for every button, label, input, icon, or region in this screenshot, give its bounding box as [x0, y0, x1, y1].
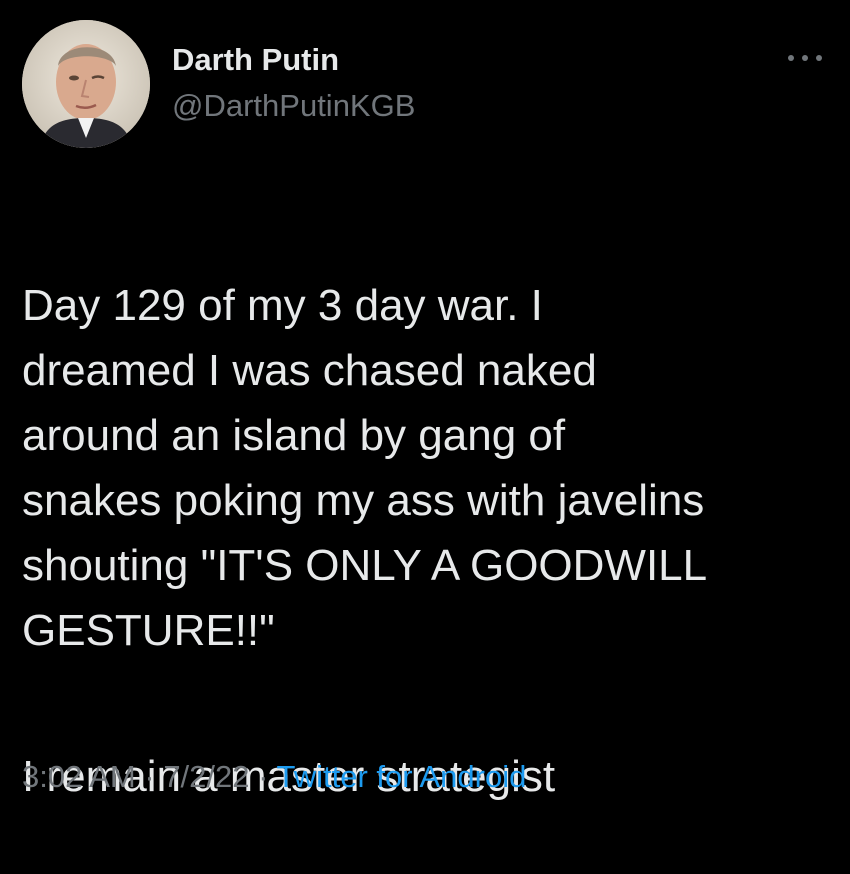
more-dot: [788, 55, 794, 61]
tweet-card: Darth Putin @DarthPutinKGB Day 129 of my…: [0, 0, 850, 809]
tweet-date[interactable]: 7/2/22: [163, 759, 249, 794]
avatar[interactable]: [22, 20, 150, 148]
author-handle[interactable]: @DarthPutinKGB: [172, 86, 415, 126]
more-dot: [816, 55, 822, 61]
more-dot: [802, 55, 808, 61]
ellipsis-icon[interactable]: [788, 48, 822, 68]
author-names: Darth Putin @DarthPutinKGB: [172, 40, 415, 126]
tweet-metadata: 3:02 AM · 7/2/22 · Twitter for Android: [22, 755, 526, 799]
tweet-time[interactable]: 3:02 AM: [22, 759, 136, 794]
meta-separator: ·: [249, 759, 277, 794]
tweet-header: Darth Putin @DarthPutinKGB: [22, 20, 830, 150]
tweet-source-link[interactable]: Twitter for Android: [277, 759, 527, 794]
author-display-name[interactable]: Darth Putin: [172, 40, 415, 80]
tweet-paragraph-1: Day 129 of my 3 day war. I dreamed I was…: [22, 281, 708, 655]
meta-separator: ·: [135, 759, 164, 794]
avatar-photo-icon: [22, 20, 150, 148]
